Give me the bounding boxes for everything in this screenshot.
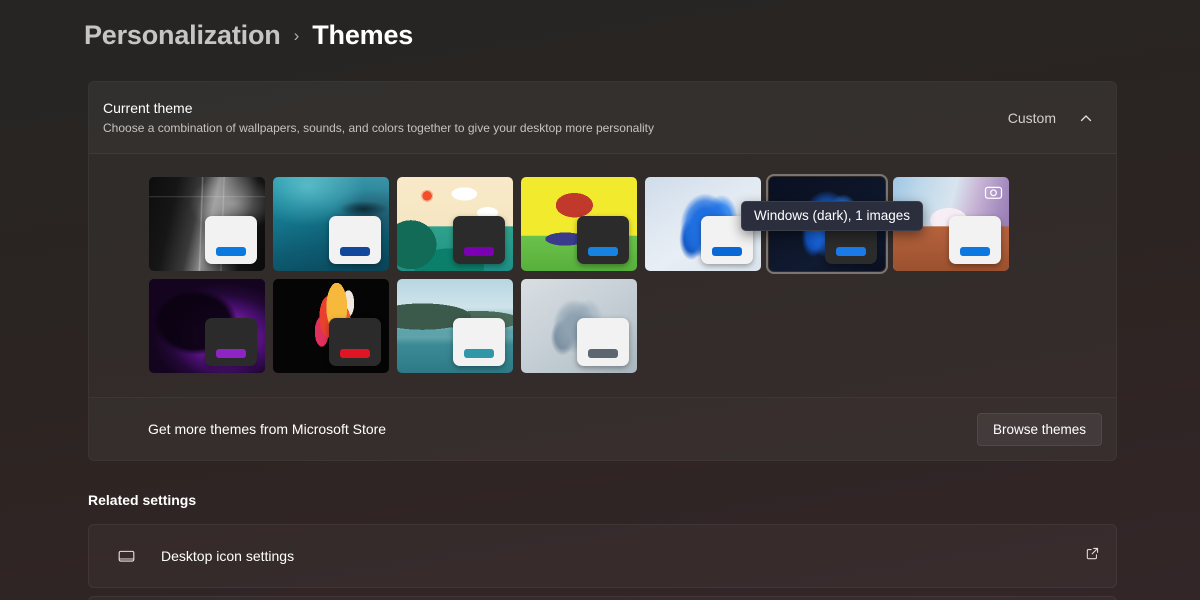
current-theme-title: Current theme (103, 100, 193, 116)
theme-thumbnail-lake-theme[interactable] (397, 279, 513, 373)
breadcrumb-separator-icon: › (293, 26, 300, 45)
theme-thumbnail-area (89, 154, 1116, 398)
theme-accent-swatch (464, 247, 494, 256)
breadcrumb-parent-link[interactable]: Personalization (84, 20, 281, 51)
theme-accent-swatch (216, 247, 246, 256)
theme-thumbnail-row-1 (149, 174, 1116, 274)
camera-icon (984, 183, 1003, 202)
browse-themes-button[interactable]: Browse themes (976, 412, 1102, 446)
theme-window-preview (577, 318, 629, 366)
theme-accent-swatch (588, 349, 618, 358)
theme-thumbnail-flower-theme[interactable] (273, 279, 389, 373)
theme-window-preview (205, 216, 257, 264)
theme-thumbnail-retro-theme[interactable] (521, 177, 637, 271)
theme-accent-swatch (216, 349, 246, 358)
get-more-themes-label: Get more themes from Microsoft Store (148, 421, 387, 437)
theme-accent-swatch (588, 247, 618, 256)
theme-accent-swatch (464, 349, 494, 358)
desktop-icon-settings-row[interactable]: Desktop icon settings (88, 524, 1117, 588)
theme-window-preview (453, 318, 505, 366)
theme-accent-swatch (340, 247, 370, 256)
theme-thumbnail-island-theme[interactable] (397, 177, 513, 271)
current-theme-value: Custom (1007, 109, 1056, 126)
current-theme-subtitle: Choose a combination of wallpapers, soun… (103, 121, 654, 135)
theme-accent-swatch (960, 247, 990, 256)
current-theme-card: Current theme Choose a combination of wa… (88, 81, 1117, 461)
theme-window-preview (577, 216, 629, 264)
theme-accent-swatch (712, 247, 742, 256)
theme-accent-swatch (340, 349, 370, 358)
related-settings-next-row[interactable] (88, 596, 1117, 600)
theme-window-preview (949, 216, 1001, 264)
desktop-icon-settings-label: Desktop icon settings (161, 548, 295, 564)
related-settings-heading: Related settings (88, 492, 197, 508)
current-theme-header-right: Custom (1008, 110, 1102, 126)
page-title: Themes (312, 20, 414, 50)
theme-thumbnail-glow-theme[interactable] (149, 279, 265, 373)
theme-thumbnail-row-2 (149, 279, 1116, 373)
chevron-up-icon[interactable] (1078, 110, 1094, 126)
current-theme-header-text: Current theme Choose a combination of wa… (103, 98, 1008, 137)
theme-window-preview (329, 216, 381, 264)
theme-thumbnail-ocean-theme[interactable] (273, 177, 389, 271)
theme-tooltip: Windows (dark), 1 images (741, 201, 924, 231)
current-theme-header[interactable]: Current theme Choose a combination of wa… (89, 82, 1116, 154)
external-link-icon[interactable] (1085, 546, 1100, 566)
theme-window-preview (453, 216, 505, 264)
theme-thumbnail-architecture-theme[interactable] (149, 177, 265, 271)
theme-accent-swatch (836, 247, 866, 256)
get-more-themes-row: Get more themes from Microsoft Store Bro… (89, 398, 1116, 460)
desktop-monitor-icon (103, 547, 149, 566)
theme-window-preview (205, 318, 257, 366)
theme-window-preview (329, 318, 381, 366)
theme-thumbnail-ribbon-theme[interactable] (521, 279, 637, 373)
breadcrumb: Personalization › Themes (84, 20, 413, 51)
